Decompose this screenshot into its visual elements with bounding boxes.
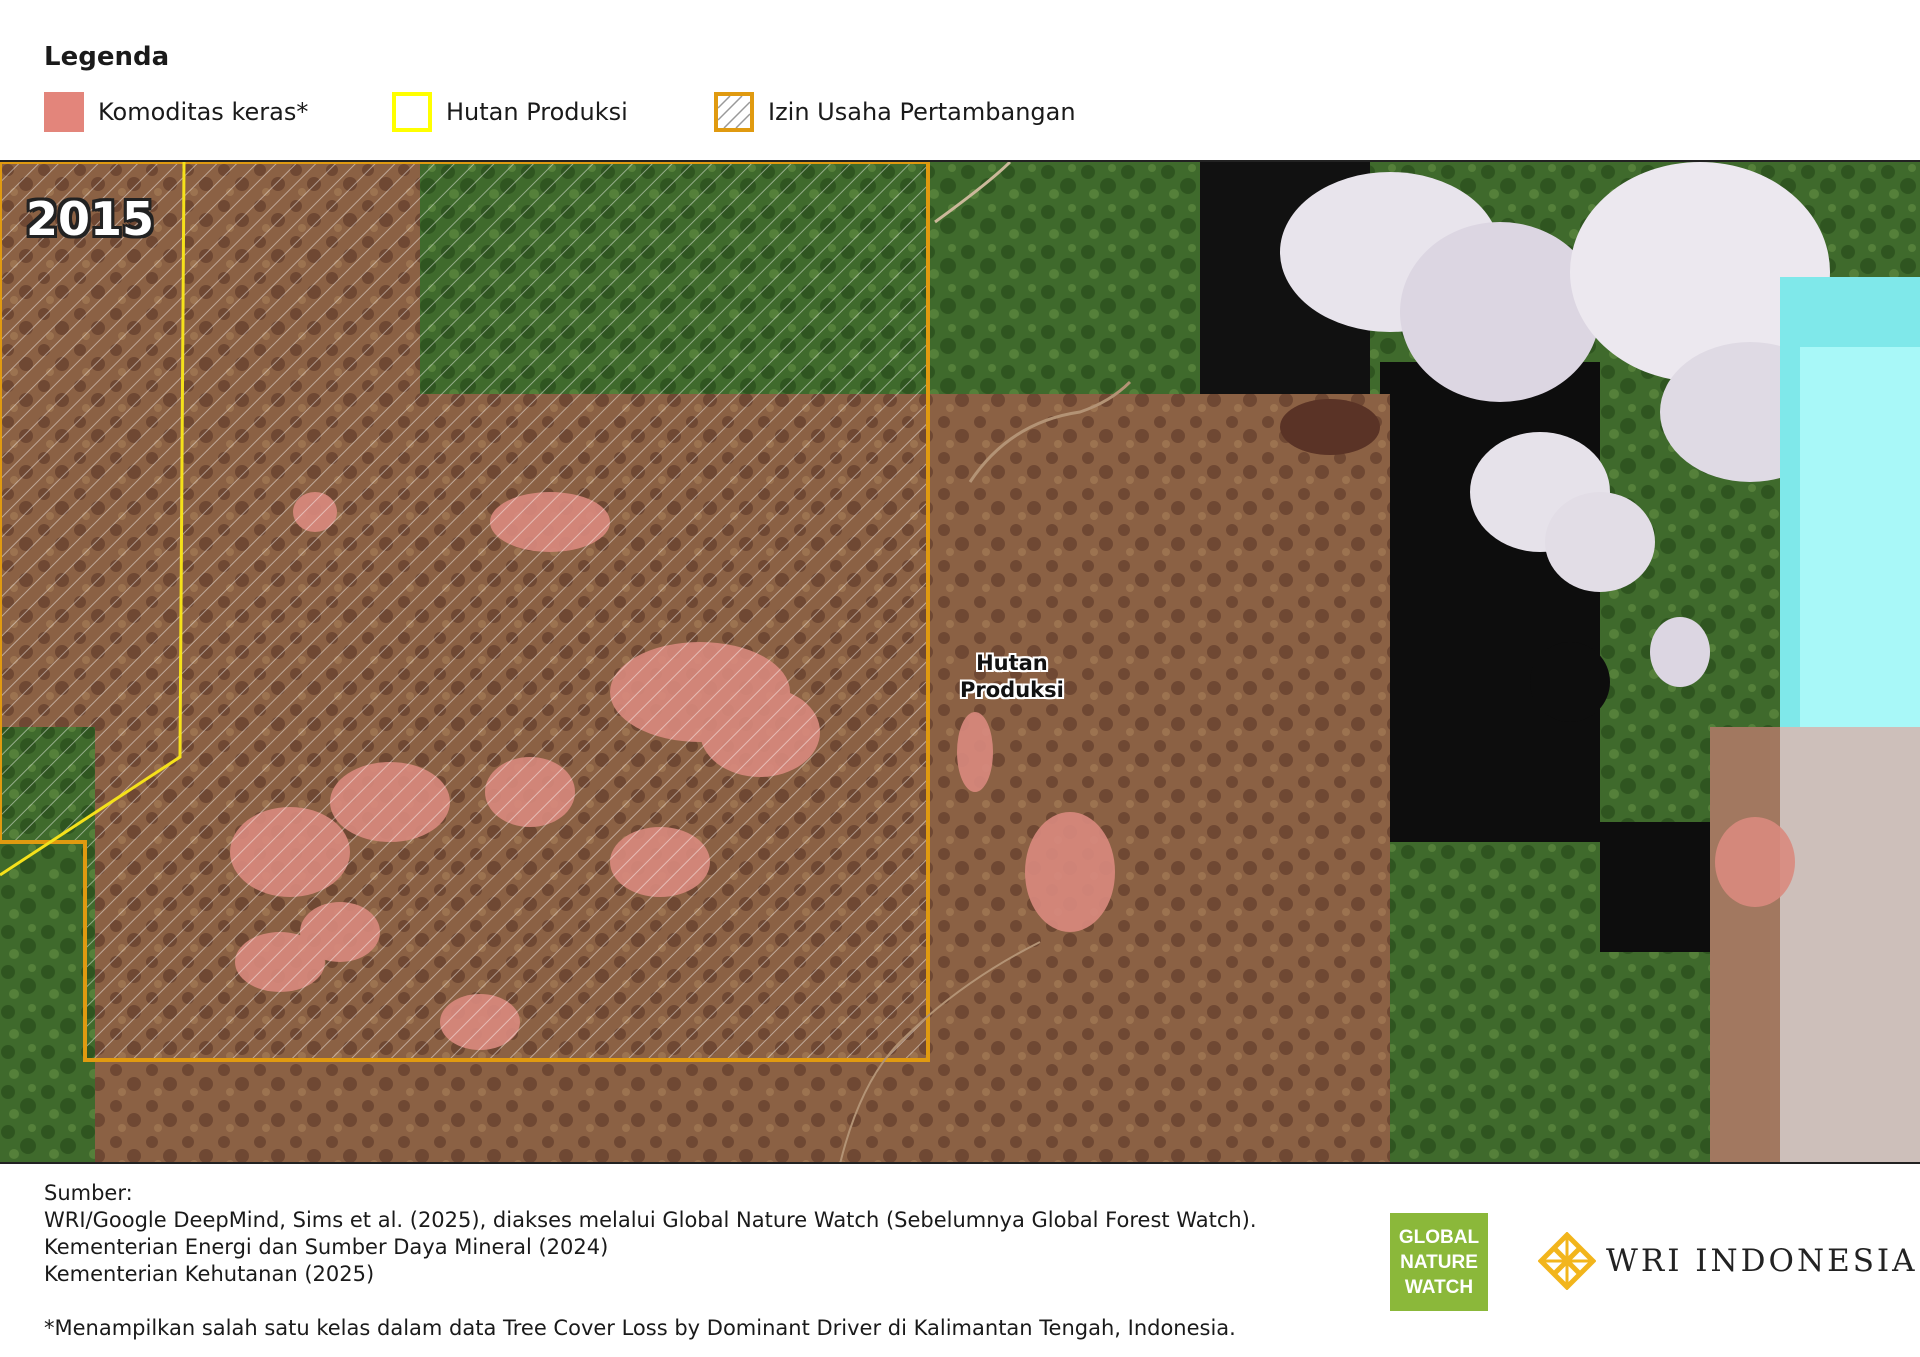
komoditas-swatch: [44, 92, 84, 132]
global-nature-watch-logo: GLOBAL NATURE WATCH: [1390, 1213, 1488, 1311]
sources-heading: Sumber:: [44, 1181, 133, 1205]
source-line: WRI/Google DeepMind, Sims et al. (2025),…: [44, 1208, 1257, 1232]
legend-item-hutan-produksi: Hutan Produksi: [392, 92, 628, 132]
wri-indonesia-logo: WRI INDONESIA: [1538, 1232, 1918, 1290]
legend-title: Legenda: [44, 42, 170, 72]
legend-label-hutan-produksi: Hutan Produksi: [446, 98, 628, 126]
wri-emblem-icon: [1538, 1232, 1596, 1290]
gnw-logo-line: WATCH: [1404, 1276, 1474, 1298]
footnote: *Menampilkan salah satu kelas dalam data…: [44, 1316, 1236, 1340]
gnw-logo-line: GLOBAL: [1398, 1226, 1480, 1248]
legend-label-komoditas: Komoditas keras*: [98, 98, 309, 126]
hutan-produksi-map-label: Hutan Produksi: [960, 650, 1064, 704]
map-year-label: 2015: [26, 192, 155, 246]
source-line: Kementerian Kehutanan (2025): [44, 1262, 375, 1286]
legend-label-izin-usaha: Izin Usaha Pertambangan: [768, 98, 1076, 126]
source-line: Kementerian Energi dan Sumber Daya Miner…: [44, 1235, 609, 1259]
legend-item-izin-usaha: Izin Usaha Pertambangan: [714, 92, 1076, 132]
wri-logo-text: WRI INDONESIA: [1606, 1243, 1918, 1279]
map-label-line2: Produksi: [960, 678, 1064, 702]
hutan-produksi-swatch: [392, 92, 432, 132]
gnw-logo-line: NATURE: [1400, 1251, 1478, 1273]
izin-usaha-swatch: [714, 92, 754, 132]
map-label-line1: Hutan: [976, 651, 1048, 675]
satellite-map[interactable]: 2015 Hutan Produksi: [0, 160, 1920, 1164]
legend-item-komoditas: Komoditas keras*: [44, 92, 308, 132]
sources-block: Sumber: WRI/Google DeepMind, Sims et al.…: [44, 1180, 1257, 1288]
